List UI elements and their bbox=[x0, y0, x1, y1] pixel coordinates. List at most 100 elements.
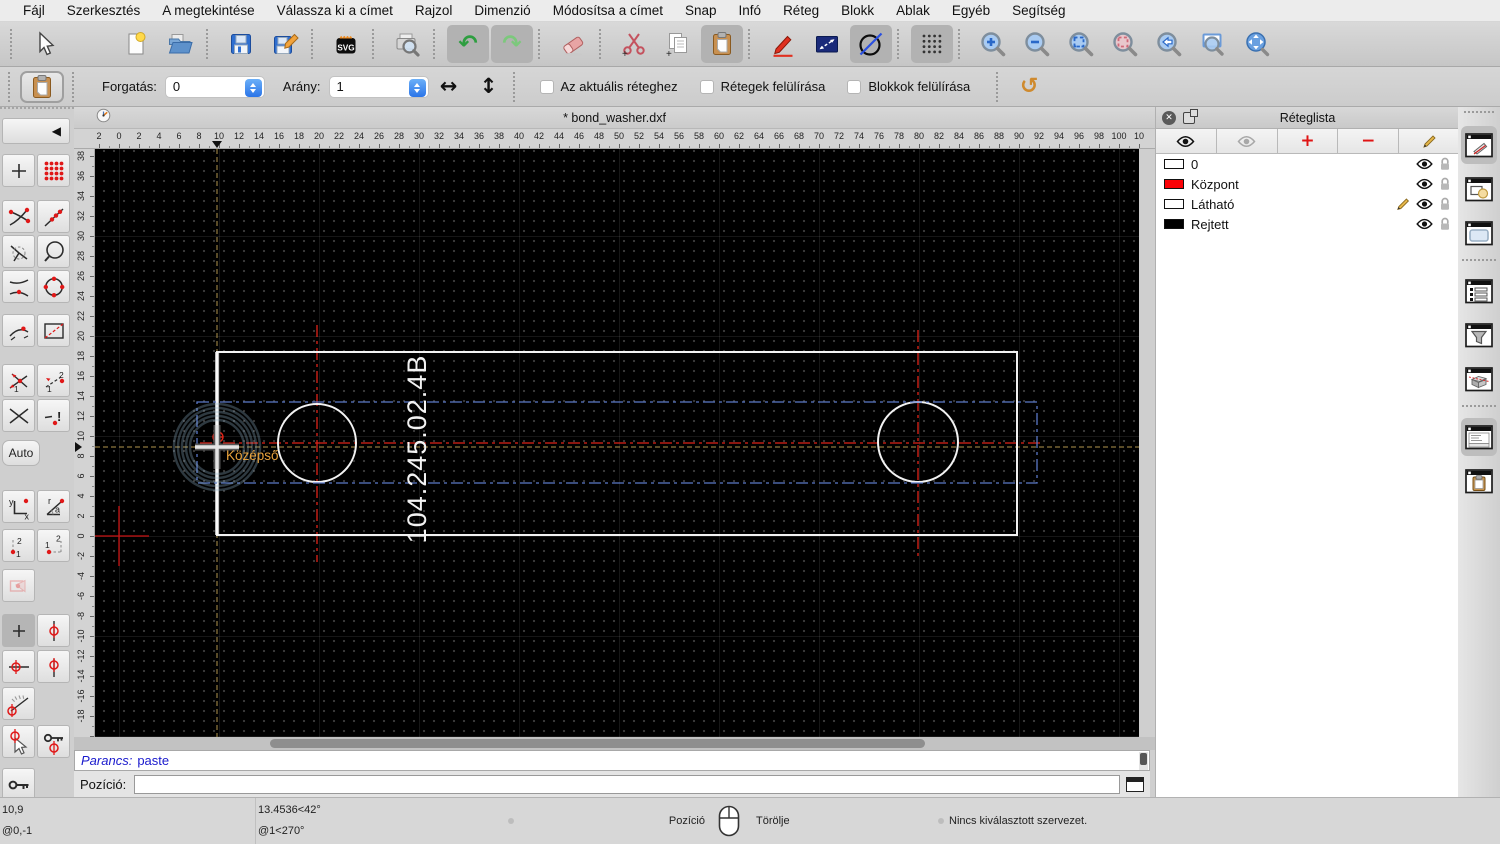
stepper-icon[interactable] bbox=[408, 78, 426, 97]
dock-clipboard-button[interactable] bbox=[1461, 462, 1497, 500]
lock-relative-zero-button[interactable] bbox=[37, 725, 70, 758]
undock-icon[interactable] bbox=[1183, 108, 1198, 124]
coordinate-cartesian-button[interactable]: yx bbox=[2, 490, 35, 523]
command-input[interactable] bbox=[134, 774, 1120, 794]
checkbox-az-aktu-lis-r-teghez[interactable]: Az aktuális réteghez bbox=[539, 79, 678, 94]
menu-item-seg-ts-g[interactable]: Segítség bbox=[1001, 3, 1076, 18]
circle-tool-button[interactable] bbox=[850, 25, 892, 63]
layer-edit-icon[interactable] bbox=[1396, 197, 1410, 211]
dimension-button[interactable] bbox=[806, 25, 848, 63]
checkbox-r-tegek-fel-l-r-sa[interactable]: Rétegek felülírása bbox=[699, 79, 825, 94]
checkbox-box[interactable] bbox=[539, 79, 554, 94]
snap-intersection-manual-button[interactable]: 1 bbox=[2, 364, 35, 397]
checkbox-box[interactable] bbox=[699, 79, 714, 94]
menu-item-inf-[interactable]: Infó bbox=[728, 3, 773, 18]
save-as-button[interactable] bbox=[264, 25, 306, 63]
pick-coordinate-button[interactable] bbox=[2, 725, 35, 758]
menu-item-snap[interactable]: Snap bbox=[674, 3, 728, 18]
copy-button[interactable]: + bbox=[657, 25, 699, 63]
restrict-orthogonal-button[interactable] bbox=[37, 650, 70, 683]
redo-button[interactable]: ↷ bbox=[491, 25, 533, 63]
add-layer-button[interactable]: + bbox=[1278, 129, 1339, 153]
menu-item-v-lassza-ki-a-c-met[interactable]: Válassza ki a címet bbox=[266, 3, 404, 18]
zoom-out-button[interactable] bbox=[1016, 25, 1058, 63]
checkbox-blokkok-fel-l-r-sa[interactable]: Blokkok felülírása bbox=[847, 79, 970, 94]
snap-distance-button[interactable] bbox=[2, 314, 35, 347]
menu-item-blokk[interactable]: Blokk bbox=[830, 3, 885, 18]
restrict-nothing-button[interactable] bbox=[2, 614, 35, 647]
edit-layer-button[interactable] bbox=[1399, 129, 1459, 153]
menu-item-f-jl[interactable]: Fájl bbox=[12, 3, 56, 18]
layer-row-rejtett[interactable]: Rejtett bbox=[1156, 214, 1459, 234]
layer-row-l-that-[interactable]: Látható bbox=[1156, 194, 1459, 214]
save-document-button[interactable] bbox=[220, 25, 262, 63]
coordinate-polar-button[interactable]: ra bbox=[37, 490, 70, 523]
collapse-toolbar-button[interactable]: ◀ bbox=[2, 118, 70, 144]
snap-intersection-button[interactable] bbox=[2, 399, 35, 432]
restrict-vertical-button[interactable] bbox=[37, 614, 70, 647]
angle-snap-button[interactable] bbox=[2, 687, 35, 720]
flip-vertical-button[interactable]: ↕ bbox=[469, 70, 509, 104]
menu-item-r-teg[interactable]: Réteg bbox=[772, 3, 830, 18]
zoom-window-button[interactable] bbox=[1192, 25, 1234, 63]
layer-lock-icon[interactable] bbox=[1439, 177, 1451, 191]
layer-visible-icon[interactable] bbox=[1416, 198, 1433, 210]
paste-tool-button[interactable] bbox=[20, 70, 64, 103]
print-preview-button[interactable] bbox=[386, 25, 428, 63]
relative-polar-button[interactable]: 21 bbox=[37, 529, 70, 562]
horizontal-scrollbar[interactable]: 1 < 10 bbox=[74, 737, 1197, 751]
dock-layer-list-button[interactable] bbox=[1461, 126, 1497, 164]
snap-center-button[interactable] bbox=[2, 235, 35, 268]
dock-block-list-button[interactable] bbox=[1461, 170, 1497, 208]
dock-entity-filter-button[interactable] bbox=[1461, 316, 1497, 354]
snap-intersection-auto-button[interactable]: 21 bbox=[37, 364, 70, 397]
zoom-previous-button[interactable] bbox=[1148, 25, 1190, 63]
eraser-button[interactable] bbox=[552, 25, 594, 63]
zoom-auto-button[interactable] bbox=[1060, 25, 1102, 63]
grid-toggle-button[interactable] bbox=[911, 25, 953, 63]
remove-layer-button[interactable]: − bbox=[1338, 129, 1400, 153]
snap-quadrant-button[interactable] bbox=[37, 270, 70, 303]
paste-button[interactable] bbox=[701, 25, 743, 63]
restrict-horizontal-button[interactable] bbox=[2, 650, 35, 683]
rotation-input[interactable]: 0 bbox=[164, 75, 265, 98]
drawing-canvas[interactable]: 104.245.02.4B Középső bbox=[95, 149, 1139, 737]
menu-item-ablak[interactable]: Ablak bbox=[885, 3, 941, 18]
drawing-titlebar[interactable]: * bond_washer.dxf bbox=[74, 107, 1155, 129]
freehand-button[interactable] bbox=[762, 25, 804, 63]
menu-item-rajzol[interactable]: Rajzol bbox=[404, 3, 464, 18]
checkbox-box[interactable] bbox=[847, 79, 862, 94]
menu-item-szerkeszt-s[interactable]: Szerkesztés bbox=[56, 3, 152, 18]
layer-lock-icon[interactable] bbox=[1439, 197, 1451, 211]
hide-all-layers-button[interactable] bbox=[1217, 129, 1278, 153]
snap-grid-button[interactable] bbox=[37, 154, 70, 187]
layer-visible-icon[interactable] bbox=[1416, 158, 1433, 170]
layer-lock-icon[interactable] bbox=[1439, 157, 1451, 171]
flip-horizontal-button[interactable]: ↔ bbox=[429, 70, 469, 104]
dock-library-browser-button[interactable] bbox=[1461, 214, 1497, 252]
command-scrollbar[interactable] bbox=[1139, 752, 1148, 770]
keyboard-focus-icon[interactable] bbox=[1126, 776, 1144, 792]
export-svg-button[interactable]: SVG bbox=[325, 25, 367, 63]
dock-command-line-button[interactable] bbox=[1461, 418, 1497, 456]
select-mode-button[interactable] bbox=[2, 569, 35, 602]
zoom-pan-button[interactable] bbox=[1236, 25, 1278, 63]
select-cursor-button[interactable] bbox=[23, 25, 65, 63]
snap-auto-button[interactable]: Auto bbox=[2, 440, 40, 466]
layer-visible-icon[interactable] bbox=[1416, 178, 1433, 190]
menu-item-dimenzi-[interactable]: Dimenzió bbox=[463, 3, 541, 18]
snap-free-button[interactable] bbox=[2, 154, 35, 187]
reset-button[interactable]: ↺ bbox=[1009, 70, 1049, 104]
relative-cartesian-button[interactable]: 21 bbox=[2, 529, 35, 562]
snap-entity-button[interactable] bbox=[37, 235, 70, 268]
layer-lock-icon[interactable] bbox=[1439, 217, 1451, 231]
open-document-button[interactable] bbox=[159, 25, 201, 63]
stepper-icon[interactable] bbox=[244, 78, 262, 97]
cut-button[interactable]: + bbox=[613, 25, 655, 63]
show-all-layers-button[interactable] bbox=[1156, 129, 1217, 153]
close-icon[interactable]: ✕ bbox=[1162, 110, 1176, 125]
snap-middle-button[interactable] bbox=[2, 270, 35, 303]
new-document-button[interactable] bbox=[115, 25, 157, 63]
scale-input[interactable]: 1 bbox=[328, 75, 429, 98]
zoom-selected-button[interactable] bbox=[1104, 25, 1146, 63]
